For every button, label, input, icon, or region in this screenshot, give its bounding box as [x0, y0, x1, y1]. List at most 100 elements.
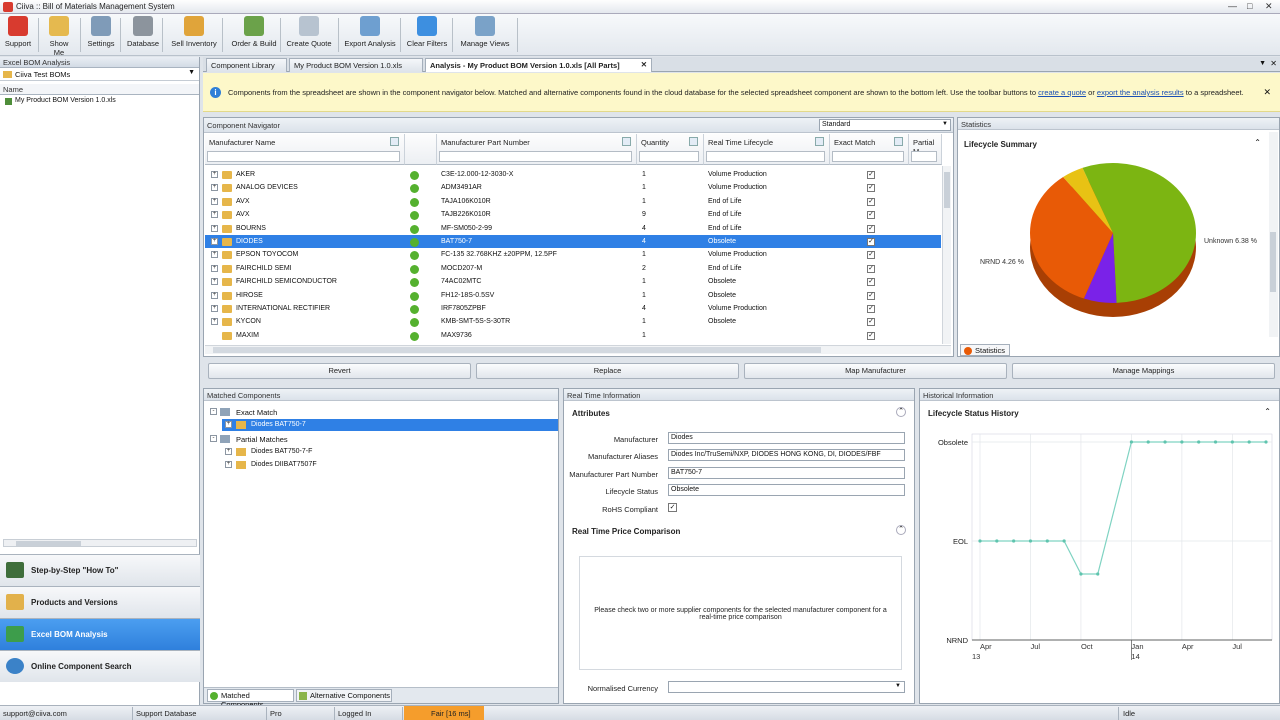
exact-match-checkbox[interactable]: ✓	[867, 251, 875, 260]
col-lifecycle[interactable]: Real Time Lifecycle	[704, 134, 830, 165]
create-quote-button[interactable]: Create Quote	[284, 16, 334, 54]
collapse-node-icon[interactable]: -	[210, 408, 217, 415]
collapse-icon[interactable]: ⌃	[1254, 138, 1261, 147]
map-manufacturer-button[interactable]: Map Manufacturer	[744, 363, 1007, 379]
col-quantity[interactable]: Quantity	[637, 134, 704, 165]
expand-row-icon[interactable]: +	[211, 291, 218, 299]
close-icon[interactable]: ✕	[1265, 1, 1273, 12]
expand-row-icon[interactable]: +	[211, 171, 218, 178]
tab-matched-components[interactable]: Matched Components	[207, 689, 294, 709]
filter-icon[interactable]	[815, 137, 824, 146]
tab-close-icon[interactable]: ✕	[641, 60, 647, 69]
table-row[interactable]: + BOURNS MF-SM050-2-99 4 End of Life ✓	[205, 222, 941, 235]
exact-match-checkbox[interactable]: ✓	[867, 318, 875, 327]
filter-quantity-input[interactable]	[639, 151, 699, 162]
export-analysis-button[interactable]: Export Analysis	[342, 16, 398, 54]
col-manufacturer-name[interactable]: Manufacturer Name	[205, 134, 405, 165]
tab-statistics[interactable]: Statistics	[960, 344, 1010, 356]
filter-lifecycle-input[interactable]	[706, 151, 825, 162]
show-me-button[interactable]: Show Me	[44, 16, 74, 57]
sell-inventory-button[interactable]: Sell Inventory	[168, 16, 220, 54]
export-results-link[interactable]: export the analysis results	[1097, 88, 1184, 97]
expand-row-icon[interactable]: +	[211, 184, 218, 192]
create-quote-link[interactable]: create a quote	[1038, 88, 1086, 97]
settings-button[interactable]: Settings	[86, 16, 116, 54]
expand-row-icon[interactable]: +	[211, 318, 218, 326]
tab-component-library[interactable]: Component Library	[206, 58, 287, 72]
col-partial-match[interactable]: Partial M	[909, 134, 942, 165]
order-build-button[interactable]: Order & Build	[229, 16, 279, 54]
database-button[interactable]: Database	[126, 16, 160, 54]
expand-row-icon[interactable]: +	[211, 251, 218, 259]
table-row[interactable]: + AVX TAJB226K010R 9 End of Life ✓	[205, 208, 941, 221]
clear-filters-button[interactable]: Clear Filters	[404, 16, 450, 54]
exact-match-checkbox[interactable]: ✓	[867, 264, 875, 273]
table-row[interactable]: + ANALOG DEVICES ADM3491AR 1 Volume Producti…	[205, 181, 941, 194]
expand-row-icon[interactable]: +	[211, 264, 218, 272]
expand-row-icon[interactable]: +	[211, 278, 218, 286]
exact-match-checkbox[interactable]: ✓	[867, 278, 875, 287]
support-button[interactable]: Support	[4, 16, 32, 54]
manage-views-button[interactable]: Manage Views	[458, 16, 512, 54]
nav-products-versions[interactable]: Products and Versions	[0, 586, 200, 618]
mpn-field[interactable]: BAT750-7	[668, 467, 905, 479]
tab-bom-file[interactable]: My Product BOM Version 1.0.xls	[289, 58, 423, 72]
table-row[interactable]: + AVX TAJA106K010R 1 End of Life ✓	[205, 195, 941, 208]
exact-match-item[interactable]: + Diodes BAT750-7	[222, 419, 558, 431]
expand-row-icon[interactable]: +	[211, 305, 218, 312]
col-exact-match[interactable]: Exact Match	[830, 134, 909, 165]
collapse-node-icon[interactable]: -	[210, 435, 217, 442]
expand-row-icon[interactable]: +	[211, 197, 218, 205]
filter-mpn-input[interactable]	[439, 151, 632, 162]
manage-mappings-button[interactable]: Manage Mappings	[1012, 363, 1275, 379]
table-row[interactable]: + EPSON TOYOCOM FC-135 32.768KHZ ±20PPM, 1…	[205, 248, 941, 261]
nav-step-by-step[interactable]: Step-by-Step "How To"	[0, 554, 200, 586]
aliases-field[interactable]: Diodes Inc/TruSemi/NXP, DIODES HONG KONG…	[668, 449, 905, 461]
currency-select[interactable]: ▼	[668, 681, 905, 693]
filter-manufacturer-input[interactable]	[207, 151, 400, 162]
table-row[interactable]: + FAIRCHILD SEMI MOCD207-M 2 End of Life ✓	[205, 262, 941, 275]
navigator-vscrollbar[interactable]	[942, 166, 951, 344]
exact-match-checkbox[interactable]: ✓	[867, 171, 875, 179]
expand-row-icon[interactable]: +	[211, 211, 218, 219]
table-row[interactable]: MAXIM MAX9736 1 ✓	[205, 329, 941, 342]
expand-row-icon[interactable]: +	[211, 238, 218, 245]
table-row[interactable]: + INTERNATIONAL RECTIFIER IRF7805ZPBF 4 Volu…	[205, 302, 941, 315]
expand-node-icon[interactable]: +	[225, 448, 232, 455]
tab-alternative-components[interactable]: Alternative Components	[296, 689, 392, 702]
filter-icon[interactable]	[622, 137, 631, 146]
filter-icon[interactable]	[390, 137, 399, 146]
table-row[interactable]: + AKER C3E-12.000-12-3030-X 1 Volume Product…	[205, 168, 941, 181]
expand-node-icon[interactable]: +	[225, 421, 232, 428]
exact-match-checkbox[interactable]: ✓	[867, 184, 875, 193]
nav-excel-bom-analysis[interactable]: Excel BOM Analysis	[0, 618, 200, 650]
name-column-header[interactable]: Name	[0, 84, 199, 95]
filter-icon[interactable]	[894, 137, 903, 146]
collapse-icon[interactable]: ⌃	[896, 525, 906, 535]
exact-match-checkbox[interactable]: ✓	[867, 197, 875, 206]
table-row[interactable]: + HIROSE FH12-18S-0.5SV 1 Obsolete ✓	[205, 289, 941, 302]
exact-match-checkbox[interactable]: ✓	[867, 331, 875, 340]
exact-match-checkbox[interactable]: ✓	[867, 211, 875, 220]
manufacturer-field[interactable]: Diodes	[668, 432, 905, 444]
statistics-vscrollbar[interactable]	[1269, 132, 1278, 337]
nav-online-component-search[interactable]: Online Component Search	[0, 650, 200, 682]
tab-menu-icon[interactable]: ▼	[1259, 60, 1266, 67]
expand-node-icon[interactable]: +	[225, 461, 232, 468]
collapse-icon[interactable]: ⌃	[1264, 407, 1271, 416]
tab-close-all-icon[interactable]: ✕	[1270, 59, 1277, 68]
exact-match-checkbox[interactable]: ✓	[867, 305, 875, 313]
expand-row-icon[interactable]: +	[211, 224, 218, 232]
replace-button[interactable]: Replace	[476, 363, 739, 379]
lifecycle-status-field[interactable]: Obsolete	[668, 484, 905, 496]
col-mpn[interactable]: Manufacturer Part Number	[437, 134, 637, 165]
navigator-hscrollbar[interactable]	[205, 345, 951, 354]
filter-icon[interactable]	[689, 137, 698, 146]
left-hscrollbar[interactable]	[3, 539, 197, 547]
revert-button[interactable]: Revert	[208, 363, 471, 379]
tab-analysis[interactable]: Analysis - My Product BOM Version 1.0.xl…	[425, 58, 652, 72]
filter-partial-input[interactable]	[911, 151, 937, 162]
bom-list-item[interactable]: My Product BOM Version 1.0.xls	[0, 95, 199, 107]
maximize-icon[interactable]: □	[1247, 1, 1252, 11]
bom-dropdown[interactable]: Ciiva Test BOMs ▼	[0, 68, 199, 81]
